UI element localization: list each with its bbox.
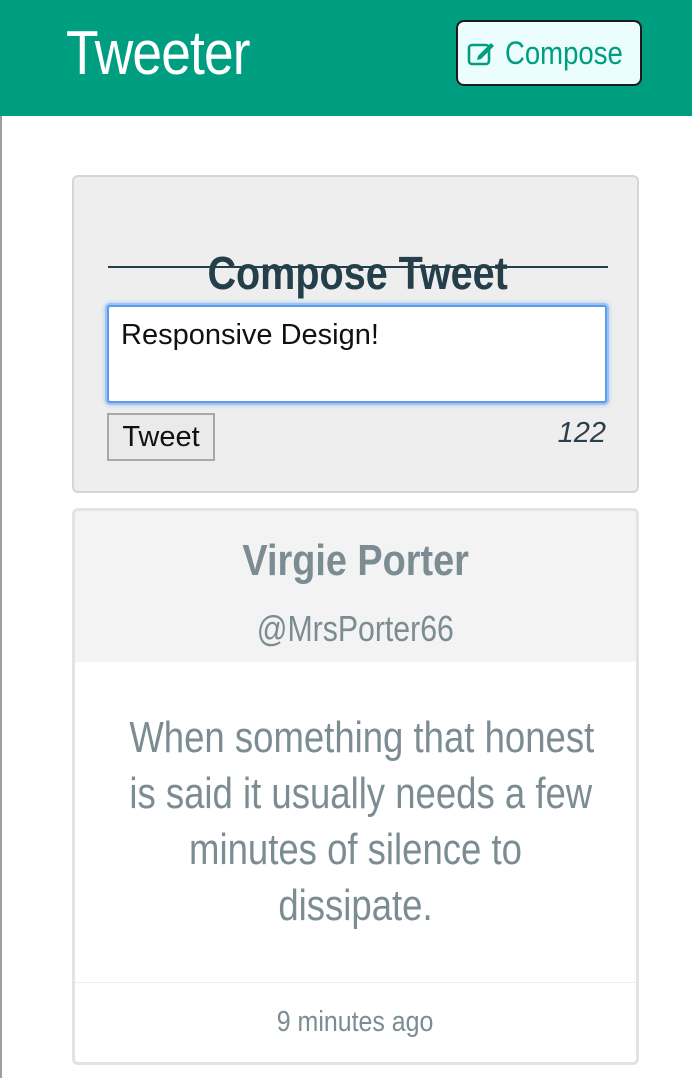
author-handle: @MrsPorter66 bbox=[75, 604, 636, 654]
tweet-timestamp: 9 minutes ago bbox=[75, 1000, 636, 1044]
compose-title: Compose Tweet bbox=[108, 243, 608, 303]
tweet-header: Virgie Porter @MrsPorter66 bbox=[75, 511, 636, 662]
tweet-body-line: dissipate. bbox=[278, 881, 433, 930]
author-name-text: Virgie Porter bbox=[242, 536, 469, 585]
tweet-body-line: is said it usually needs a few bbox=[129, 769, 593, 818]
tweet-timestamp-text: 9 minutes ago bbox=[277, 1006, 434, 1038]
compose-title-divider bbox=[108, 266, 608, 268]
tweet-footer-divider bbox=[75, 982, 636, 983]
brand-title: Tweeter bbox=[66, 19, 251, 88]
compose-title-text: Compose Tweet bbox=[207, 247, 509, 300]
tweet-textarea[interactable]: Responsive Design! bbox=[107, 305, 607, 403]
compose-button-label: Compose bbox=[504, 34, 623, 71]
compose-tweet-panel: Compose Tweet Responsive Design! Tweet 1… bbox=[72, 175, 639, 493]
navbar: Tweeter Compose bbox=[0, 0, 692, 116]
tweet-submit-button[interactable]: Tweet bbox=[107, 413, 215, 461]
tweet-card: Virgie Porter @MrsPorter66 When somethin… bbox=[72, 508, 639, 1065]
character-counter: 122 bbox=[557, 417, 606, 449]
tweet-body-line: When something that honest bbox=[129, 713, 595, 762]
tweet-body-line: minutes of silence to bbox=[189, 825, 522, 874]
edit-icon bbox=[467, 39, 497, 67]
compose-button[interactable]: Compose bbox=[456, 20, 642, 86]
window-left-edge bbox=[0, 116, 2, 1078]
author-name: Virgie Porter bbox=[75, 531, 636, 591]
author-handle-text: @MrsPorter66 bbox=[256, 608, 455, 649]
tweet-body: When something that honest is said it us… bbox=[83, 710, 628, 934]
